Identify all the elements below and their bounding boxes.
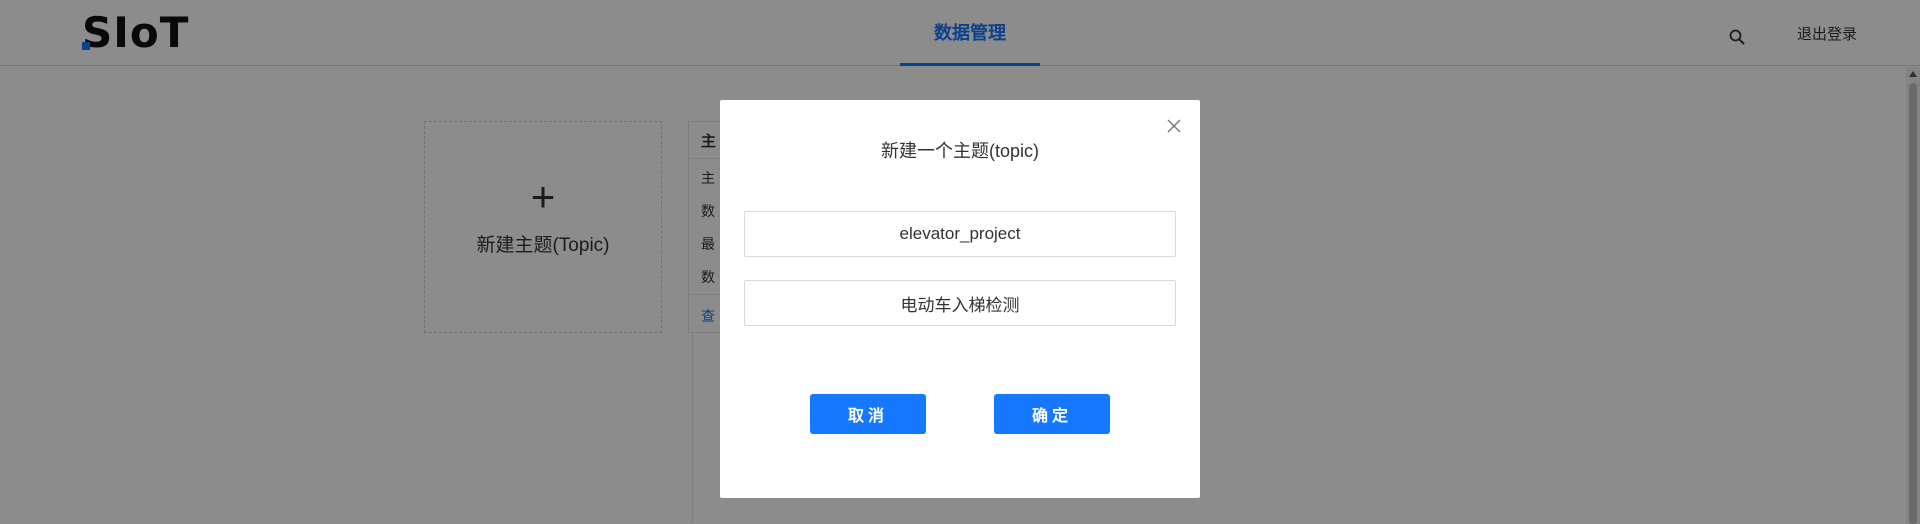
cancel-button[interactable]: 取消 bbox=[810, 394, 926, 434]
close-icon[interactable] bbox=[1166, 118, 1182, 134]
confirm-button[interactable]: 确定 bbox=[994, 394, 1110, 434]
dialog-title: 新建一个主题(topic) bbox=[880, 141, 1039, 161]
topic-name-input[interactable] bbox=[744, 211, 1176, 257]
topic-description-input[interactable] bbox=[744, 280, 1176, 326]
new-topic-dialog: 新建一个主题(topic) 取消 确定 bbox=[720, 100, 1200, 498]
